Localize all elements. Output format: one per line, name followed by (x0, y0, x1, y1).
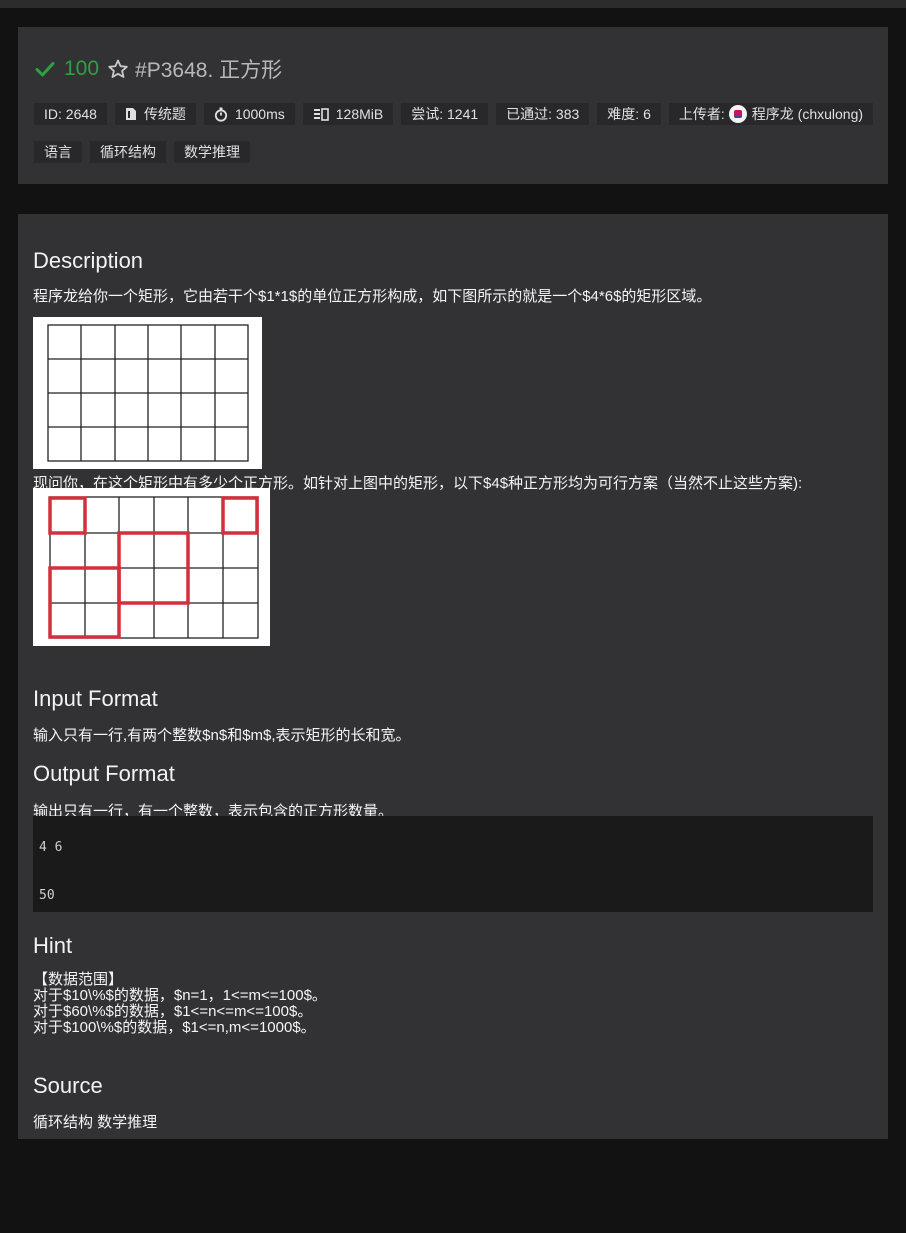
problem-title: #P3648. 正方形 (135, 59, 283, 82)
memory-icon (313, 107, 329, 121)
sample-input: 4 6 (39, 840, 63, 855)
output-format-heading: Output Format (33, 761, 175, 786)
star-icon[interactable] (107, 58, 129, 80)
uploader-name[interactable]: 程序龙 (chxulong) (752, 104, 863, 124)
score[interactable]: 100 (64, 57, 99, 81)
tag-id: ID: 2648 (34, 103, 107, 125)
description-text: 程序龙给你一个矩形，它由若干个$1*1$的单位正方形构成，如下图所示的就是一个$… (33, 288, 712, 305)
input-format-text: 输入只有一行,有两个整数$n$和$m$,表示矩形的长和宽。 (33, 727, 411, 744)
tag-uploader[interactable]: 上传者: 程序龙 (chxulong) (668, 103, 874, 125)
top-bar (0, 0, 906, 8)
hint-text: 【数据范围】 对于$10\%$的数据，$n=1，1<=m<=100$。 对于$6… (33, 971, 327, 1036)
tag-difficulty: 难度: 6 (597, 103, 661, 125)
input-format-heading: Input Format (33, 686, 158, 711)
tag-accepted: 已通过: 383 (496, 103, 590, 125)
category-tag[interactable]: 数学推理 (174, 141, 250, 163)
tag-type: 传统题 (114, 103, 196, 125)
category-tag[interactable]: 循环结构 (90, 141, 166, 163)
title-row: 100 #P3648. 正方形 (34, 57, 283, 82)
source-text[interactable]: 循环结构 数学推理 (33, 1111, 157, 1132)
tag-time-limit: 1000ms (203, 103, 295, 125)
grid-figure-plain (33, 317, 262, 469)
category-tag[interactable]: 语言 (34, 141, 82, 163)
sample-block[interactable]: 4 6 50 (33, 816, 873, 912)
description-heading: Description (33, 248, 144, 273)
avatar[interactable] (728, 105, 747, 123)
tag-attempts: 尝试: 1241 (401, 103, 489, 125)
sample-output: 50 (39, 888, 55, 903)
problem-content-card: Description 程序龙给你一个矩形，它由若干个$1*1$的单位正方形构成… (18, 214, 888, 1139)
problem-header-card: 100 #P3648. 正方形 ID: 2648 传统题 1000ms 128M… (18, 27, 888, 184)
hint-heading: Hint (33, 933, 73, 958)
stopwatch-icon (214, 107, 228, 122)
grid-figure-highlighted (33, 488, 270, 646)
problem-meta-tags: ID: 2648 传统题 1000ms 128MiB 尝试: 1241 已通过:… (34, 103, 874, 163)
source-heading: Source (33, 1073, 103, 1098)
check-icon (35, 62, 55, 77)
file-icon (125, 108, 136, 120)
tag-memory-limit: 128MiB (302, 103, 394, 125)
